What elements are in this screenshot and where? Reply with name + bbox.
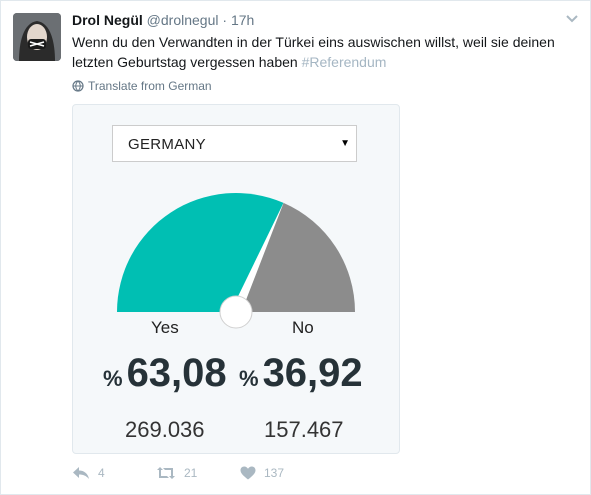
retweet-count: 21 bbox=[184, 466, 198, 480]
no-percent-value: 36,92 bbox=[262, 351, 363, 395]
globe-icon bbox=[72, 80, 84, 92]
hashtag-link[interactable]: #Referendum bbox=[302, 54, 387, 70]
yes-label: Yes bbox=[151, 318, 179, 337]
gauge-chart bbox=[117, 193, 355, 329]
no-label: No bbox=[292, 318, 314, 337]
separator: · bbox=[222, 12, 228, 28]
reply-icon bbox=[72, 466, 90, 480]
reply-count: 4 bbox=[98, 466, 105, 480]
media-card[interactable]: GERMANY ▼ Yes No % 63,08 % 36,92 269.036 1… bbox=[72, 104, 400, 454]
chevron-down-icon[interactable] bbox=[564, 10, 580, 26]
timestamp[interactable]: 17h bbox=[231, 12, 254, 28]
yes-percent-value: 63,08 bbox=[126, 351, 227, 395]
tweet-actions: 4 21 137 bbox=[72, 466, 284, 480]
gauge-hub bbox=[219, 295, 253, 329]
tweet-text: Wenn du den Verwandten in der Türkei ein… bbox=[72, 32, 572, 72]
reply-button[interactable]: 4 bbox=[72, 466, 156, 480]
no-votes: 157.467 bbox=[264, 417, 344, 442]
retweet-icon bbox=[156, 466, 176, 480]
avatar[interactable] bbox=[13, 13, 61, 61]
no-percent-symbol: % bbox=[239, 366, 259, 391]
retweet-button[interactable]: 21 bbox=[156, 466, 240, 480]
translate-link[interactable]: Translate from German bbox=[72, 79, 212, 93]
handle[interactable]: @drolnegul bbox=[147, 12, 219, 28]
yes-percent-symbol: % bbox=[103, 366, 123, 391]
no-percent: % 36,92 bbox=[239, 351, 363, 396]
yes-votes: 269.036 bbox=[125, 417, 205, 442]
like-count: 137 bbox=[264, 466, 285, 480]
translate-label: Translate from German bbox=[88, 79, 212, 93]
display-name[interactable]: Drol Negül bbox=[72, 12, 143, 28]
heart-icon bbox=[240, 466, 256, 480]
yes-percent: % 63,08 bbox=[103, 351, 227, 396]
like-button[interactable]: 137 bbox=[240, 466, 284, 480]
tweet-header: Drol Negül @drolnegul · 17h bbox=[72, 12, 254, 28]
